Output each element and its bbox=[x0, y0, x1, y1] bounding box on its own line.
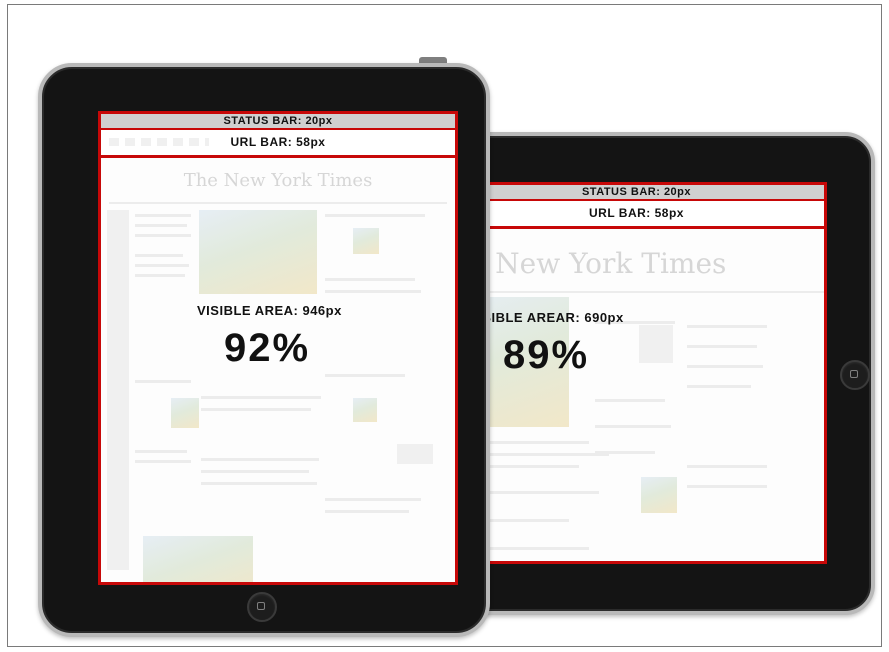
landscape-text-line bbox=[687, 345, 757, 348]
portrait-thumbnail bbox=[353, 228, 379, 254]
landscape-text-line bbox=[595, 425, 671, 428]
portrait-rule bbox=[109, 202, 447, 204]
portrait-url-bar: URL BAR: 58px bbox=[101, 130, 455, 158]
landscape-url-bar: URL BAR: 58px bbox=[449, 201, 824, 229]
illustration-frame: STATUS BAR: 20px URL BAR: 58px The New Y… bbox=[7, 4, 882, 647]
landscape-web-content: The New York Times VISIBLE AREAR: 690px … bbox=[449, 229, 824, 561]
portrait-text-line bbox=[325, 498, 421, 501]
portrait-lead-photo bbox=[199, 210, 317, 294]
ipad-portrait: STATUS BAR: 20px URL BAR: 58px The New Y… bbox=[38, 63, 490, 637]
portrait-url-bar-label: URL BAR: 58px bbox=[230, 135, 326, 149]
portrait-text-line bbox=[135, 264, 189, 267]
portrait-text-line bbox=[325, 290, 421, 293]
portrait-bottom-photo bbox=[143, 536, 253, 582]
portrait-text-line bbox=[325, 510, 409, 513]
landscape-text-line bbox=[687, 385, 751, 388]
portrait-thumbnail-3 bbox=[171, 398, 199, 428]
landscape-text-line bbox=[687, 365, 763, 368]
ipad-landscape: STATUS BAR: 20px URL BAR: 58px The New Y… bbox=[446, 132, 875, 615]
landscape-thumbnail-2 bbox=[641, 477, 677, 513]
portrait-text-line bbox=[135, 224, 187, 227]
landscape-text-line bbox=[687, 325, 767, 328]
portrait-text-line bbox=[135, 254, 183, 257]
portrait-text-line bbox=[201, 470, 309, 473]
portrait-text-line bbox=[135, 274, 185, 277]
portrait-text-line bbox=[201, 396, 321, 399]
portrait-text-line bbox=[201, 482, 317, 485]
landscape-masthead: The New York Times bbox=[449, 247, 727, 280]
portrait-screen: STATUS BAR: 20px URL BAR: 58px The New Y… bbox=[98, 111, 458, 585]
home-button-icon bbox=[840, 360, 870, 390]
portrait-text-line bbox=[201, 408, 311, 411]
portrait-text-line bbox=[135, 214, 191, 217]
landscape-status-bar: STATUS BAR: 20px bbox=[449, 185, 824, 201]
portrait-status-bar: STATUS BAR: 20px bbox=[101, 114, 455, 130]
portrait-masthead: The New York Times bbox=[183, 170, 373, 191]
portrait-text-line bbox=[135, 380, 191, 383]
portrait-text-line bbox=[135, 234, 191, 237]
landscape-thumbnail bbox=[639, 325, 673, 363]
portrait-web-content: The New York Times VISIBLE AREA: 946px 9… bbox=[101, 158, 455, 582]
landscape-text-line bbox=[687, 465, 767, 468]
portrait-text-line bbox=[325, 374, 405, 377]
landscape-url-bar-label: URL BAR: 58px bbox=[589, 206, 684, 220]
home-button-icon bbox=[247, 592, 277, 622]
landscape-text-line bbox=[687, 485, 767, 488]
portrait-text-line bbox=[201, 458, 319, 461]
portrait-text-line bbox=[135, 450, 187, 453]
portrait-left-column bbox=[107, 210, 129, 570]
portrait-ad-block bbox=[397, 444, 433, 464]
portrait-text-line bbox=[135, 460, 191, 463]
landscape-text-line bbox=[595, 399, 665, 402]
portrait-visible-area-label: VISIBLE AREA: 946px bbox=[197, 303, 342, 318]
portrait-thumbnail-2 bbox=[353, 398, 377, 422]
landscape-screen: STATUS BAR: 20px URL BAR: 58px The New Y… bbox=[446, 182, 827, 564]
portrait-browser-controls bbox=[109, 138, 209, 146]
portrait-text-line bbox=[325, 278, 415, 281]
landscape-visible-area-label: VISIBLE AREAR: 690px bbox=[469, 310, 624, 325]
portrait-text-line bbox=[325, 214, 425, 217]
landscape-rule bbox=[449, 291, 824, 293]
landscape-visible-percent: 89% bbox=[503, 333, 590, 377]
portrait-visible-percent: 92% bbox=[224, 326, 311, 370]
landscape-text-line bbox=[595, 451, 655, 454]
